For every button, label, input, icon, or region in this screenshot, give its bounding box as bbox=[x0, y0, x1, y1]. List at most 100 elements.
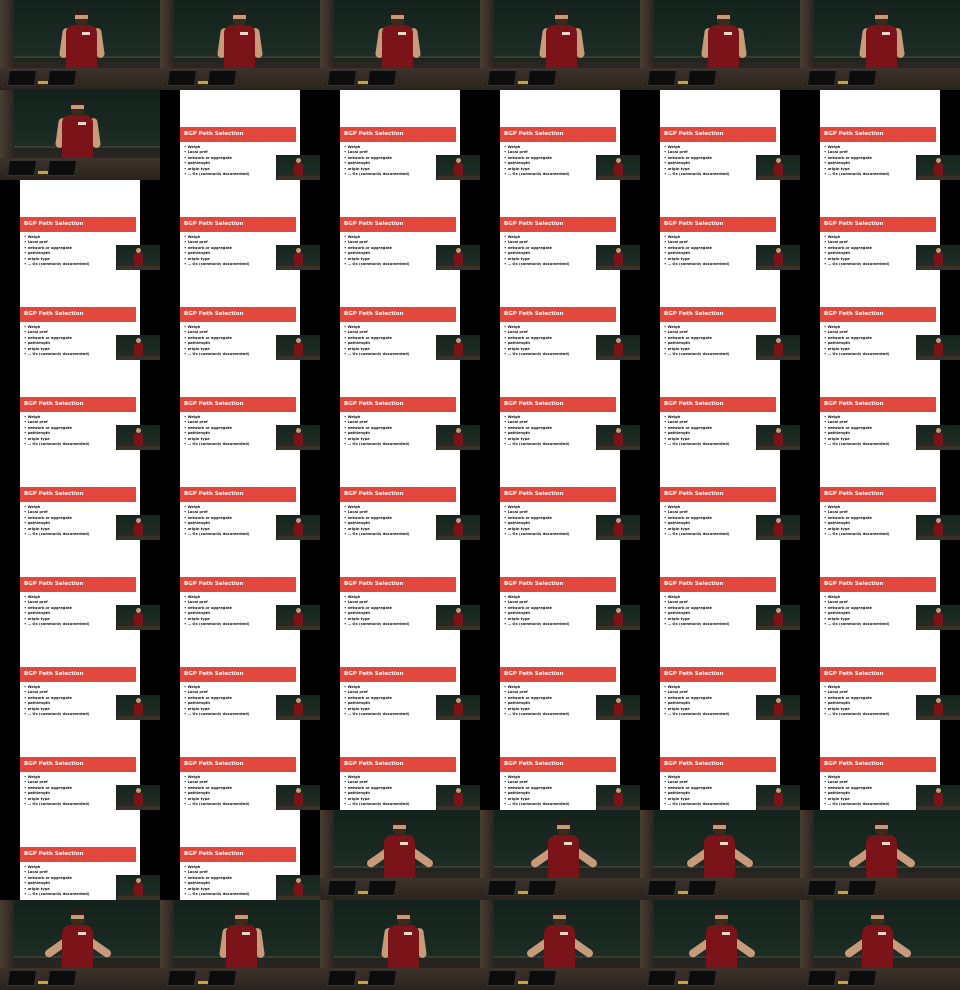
shirt-logo bbox=[404, 932, 412, 935]
slide-title-bar: BGP Path Selection bbox=[820, 307, 936, 322]
slide-title-bar: BGP Path Selection bbox=[180, 307, 296, 322]
presenter-shirt bbox=[934, 433, 943, 446]
slide-frame: BGP Path Selection WeighLocal prefnetwor… bbox=[160, 720, 320, 810]
slide-frame: BGP Path Selection WeighLocal prefnetwor… bbox=[0, 630, 160, 720]
presenter-thumbnail bbox=[934, 788, 943, 808]
presenter-hair bbox=[392, 819, 407, 825]
picture-in-picture-camera bbox=[436, 425, 480, 450]
slide-bullet-list: WeighLocal prefnetwork or aggregatepathl… bbox=[504, 685, 570, 717]
lecture-hall-scene bbox=[320, 0, 480, 90]
slide-bullet-item: … Ox (commonly documented) bbox=[504, 532, 570, 537]
presenter-thumbnail bbox=[134, 788, 143, 808]
slide-title-bar: BGP Path Selection bbox=[20, 667, 136, 682]
shirt-logo bbox=[398, 32, 406, 35]
slide-frame: BGP Path Selection WeighLocal prefnetwor… bbox=[320, 450, 480, 540]
slide-title: BGP Path Selection bbox=[344, 221, 404, 227]
presenter-shirt bbox=[294, 163, 303, 176]
slide-title: BGP Path Selection bbox=[184, 491, 244, 497]
slide-bullet-list: WeighLocal prefnetwork or aggregatepathl… bbox=[344, 415, 410, 447]
slide-title: BGP Path Selection bbox=[24, 851, 84, 857]
camera-frame bbox=[160, 0, 320, 90]
slide-title-bar: BGP Path Selection bbox=[660, 127, 776, 142]
laptop-icon bbox=[846, 970, 878, 986]
presenter-shirt bbox=[134, 253, 143, 266]
slide-title-bar: BGP Path Selection bbox=[500, 397, 616, 412]
slide-bullet-list: WeighLocal prefnetwork or aggregatepathl… bbox=[24, 415, 90, 447]
slide-frame: BGP Path Selection WeighLocal prefnetwor… bbox=[480, 540, 640, 630]
presenter-thumbnail bbox=[294, 698, 303, 718]
slide-bullet-list: WeighLocal prefnetwork or aggregatepathl… bbox=[824, 775, 890, 807]
slide-frame: BGP Path Selection WeighLocal prefnetwor… bbox=[480, 270, 640, 360]
slide-frame: BGP Path Selection WeighLocal prefnetwor… bbox=[160, 180, 320, 270]
slide-title-bar: BGP Path Selection bbox=[660, 397, 776, 412]
slide-frame: BGP Path Selection WeighLocal prefnetwor… bbox=[320, 180, 480, 270]
picture-in-picture-camera bbox=[596, 335, 640, 360]
slide-title-bar: BGP Path Selection bbox=[20, 217, 136, 232]
slide-bullet-item: … Ox (commonly documented) bbox=[184, 892, 250, 897]
slide-title-bar: BGP Path Selection bbox=[180, 217, 296, 232]
slide-bullet-list: WeighLocal prefnetwork or aggregatepathl… bbox=[184, 145, 250, 177]
picture-in-picture-camera bbox=[596, 605, 640, 630]
slide-title-bar: BGP Path Selection bbox=[820, 487, 936, 502]
slide-bullet-list: WeighLocal prefnetwork or aggregatepathl… bbox=[824, 145, 890, 177]
presenter-hair bbox=[716, 9, 731, 15]
slide-frame: BGP Path Selection WeighLocal prefnetwor… bbox=[800, 630, 960, 720]
presenter-hair bbox=[874, 819, 889, 825]
slide-bullet-item: … Ox (commonly documented) bbox=[824, 532, 890, 537]
camera-frame bbox=[480, 0, 640, 90]
shirt-logo bbox=[724, 32, 732, 35]
slide-title-bar: BGP Path Selection bbox=[340, 487, 456, 502]
presenter-shirt bbox=[934, 613, 943, 626]
slide-frame: BGP Path Selection WeighLocal prefnetwor… bbox=[800, 270, 960, 360]
picture-in-picture-camera bbox=[116, 875, 160, 900]
shirt-logo bbox=[82, 32, 90, 35]
slide-title: BGP Path Selection bbox=[344, 491, 404, 497]
slide-frame: BGP Path Selection WeighLocal prefnetwor… bbox=[480, 90, 640, 180]
slide-title: BGP Path Selection bbox=[344, 671, 404, 677]
presenter-shirt bbox=[774, 793, 783, 806]
presenter-shirt bbox=[134, 613, 143, 626]
picture-in-picture-camera bbox=[436, 605, 480, 630]
slide-title-bar: BGP Path Selection bbox=[820, 667, 936, 682]
slide-frame: BGP Path Selection WeighLocal prefnetwor… bbox=[480, 720, 640, 810]
presenter-hair bbox=[70, 909, 85, 915]
slide-bullet-list: WeighLocal prefnetwork or aggregatepathl… bbox=[24, 505, 90, 537]
slide-bullet-list: WeighLocal prefnetwork or aggregatepathl… bbox=[24, 685, 90, 717]
presenter-thumbnail bbox=[774, 158, 783, 178]
slide-bullet-list: WeighLocal prefnetwork or aggregatepathl… bbox=[184, 595, 250, 627]
slide-bullet-item: … Ox (commonly documented) bbox=[24, 892, 90, 897]
slide-title-bar: BGP Path Selection bbox=[820, 757, 936, 772]
slide-bullet-item: … Ox (commonly documented) bbox=[184, 172, 250, 177]
shirt-logo bbox=[882, 32, 890, 35]
slide-bullet-item: … Ox (commonly documented) bbox=[344, 442, 410, 447]
slide-title-bar: BGP Path Selection bbox=[500, 757, 616, 772]
lecture-hall-scene bbox=[0, 900, 160, 990]
laptop-icon bbox=[486, 70, 518, 86]
slide-bullet-list: WeighLocal prefnetwork or aggregatepathl… bbox=[24, 775, 90, 807]
presenter-hair bbox=[232, 9, 247, 15]
presenter-shirt bbox=[454, 343, 463, 356]
slide-title-bar: BGP Path Selection bbox=[180, 667, 296, 682]
slide-frame: BGP Path Selection WeighLocal prefnetwor… bbox=[640, 270, 800, 360]
shirt-logo bbox=[240, 32, 248, 35]
cable bbox=[838, 891, 848, 894]
slide-bullet-list: WeighLocal prefnetwork or aggregatepathl… bbox=[824, 415, 890, 447]
slide-title: BGP Path Selection bbox=[344, 401, 404, 407]
slide-title: BGP Path Selection bbox=[184, 761, 244, 767]
slide-bullet-list: WeighLocal prefnetwork or aggregatepathl… bbox=[344, 235, 410, 267]
slide-bullet-list: WeighLocal prefnetwork or aggregatepathl… bbox=[664, 595, 730, 627]
lecture-hall-scene bbox=[320, 900, 480, 990]
presenter-shirt bbox=[294, 433, 303, 446]
slide-title: BGP Path Selection bbox=[24, 761, 84, 767]
slide-title-bar: BGP Path Selection bbox=[20, 757, 136, 772]
slide-bullet-item: … Ox (commonly documented) bbox=[504, 352, 570, 357]
laptop-icon bbox=[46, 970, 78, 986]
presenter-shirt bbox=[934, 163, 943, 176]
slide-title: BGP Path Selection bbox=[824, 401, 884, 407]
slide-title-bar: BGP Path Selection bbox=[820, 397, 936, 412]
laptop-icon bbox=[6, 970, 38, 986]
slide-bullet-item: … Ox (commonly documented) bbox=[184, 712, 250, 717]
laptop-icon bbox=[46, 70, 78, 86]
slide-title: BGP Path Selection bbox=[24, 401, 84, 407]
slide-frame: BGP Path Selection WeighLocal prefnetwor… bbox=[640, 450, 800, 540]
